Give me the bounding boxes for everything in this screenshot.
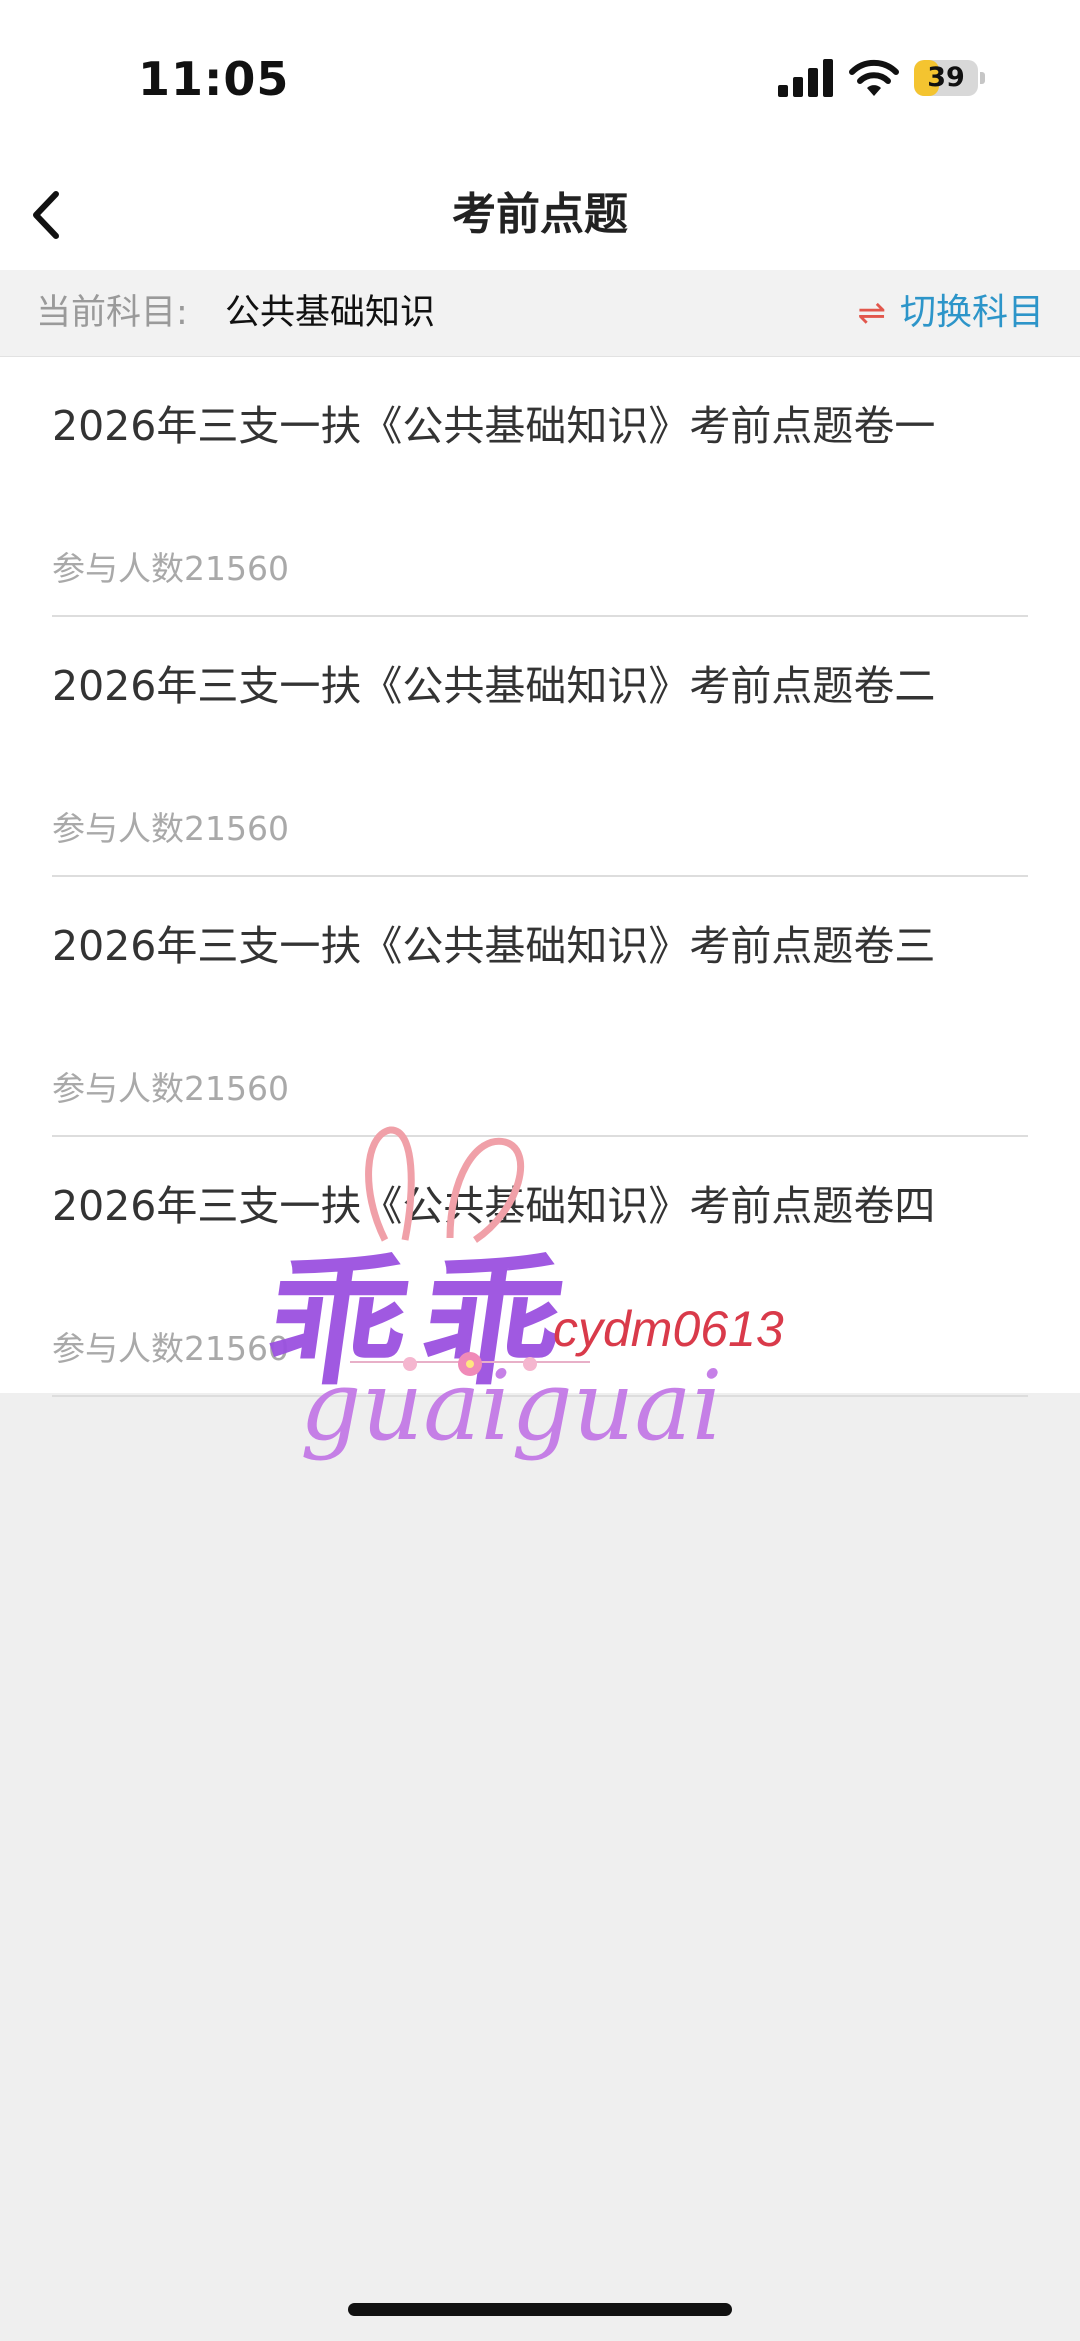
participant-count: 参与人数21560 [52, 809, 289, 848]
battery-cap [980, 72, 985, 84]
paper-title: 2026年三支一扶《公共基础知识》考前点题卷一 [52, 402, 936, 450]
nav-header: 考前点题 [0, 160, 1080, 270]
paper-title: 2026年三支一扶《公共基础知识》考前点题卷三 [52, 922, 936, 970]
page-title: 考前点题 [452, 189, 628, 240]
current-subject: 公共基础知识 [225, 293, 436, 333]
subject-label: 当前科目: [36, 293, 188, 333]
participant-count: 参与人数21560 [52, 549, 289, 588]
home-indicator[interactable] [348, 2303, 732, 2316]
subject-bar: 当前科目: 公共基础知识 ⇌ 切换科目 [0, 270, 1080, 357]
status-time: 11:05 [138, 52, 290, 106]
watermark: 乖乖 cydm0613 guaiguai [257, 1110, 800, 1530]
back-arrow-icon[interactable] [14, 180, 84, 250]
swap-arrows-icon: ⇌ [857, 293, 886, 333]
switch-subject-label: 切换科目 [899, 292, 1044, 333]
battery-level: 39 [927, 62, 965, 93]
paper-item[interactable]: 2026年三支一扶《公共基础知识》考前点题卷一 参与人数21560 [52, 357, 1028, 617]
cellular-signal-icon [778, 59, 833, 97]
flower-icon [350, 1352, 590, 1376]
participant-count: 参与人数21560 [52, 1329, 289, 1368]
participant-count: 参与人数21560 [52, 1069, 289, 1108]
switch-subject-button[interactable]: ⇌ 切换科目 [857, 270, 1044, 356]
paper-item[interactable]: 2026年三支一扶《公共基础知识》考前点题卷二 参与人数21560 [52, 617, 1028, 877]
paper-title: 2026年三支一扶《公共基础知识》考前点题卷二 [52, 662, 936, 710]
battery-indicator: 39 [914, 60, 986, 96]
status-bar: 11:05 39 [0, 0, 1080, 160]
wifi-icon [849, 59, 899, 96]
battery-icon: 39 [914, 60, 978, 96]
paper-item[interactable]: 2026年三支一扶《公共基础知识》考前点题卷三 参与人数21560 [52, 877, 1028, 1137]
